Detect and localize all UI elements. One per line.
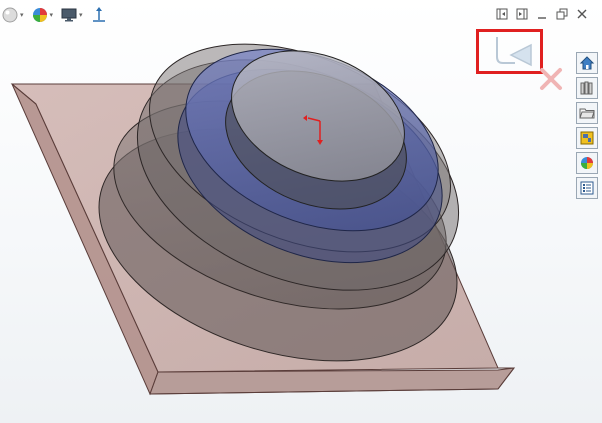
tab-home[interactable] (576, 52, 598, 74)
ok-checkmark-icon[interactable] (489, 35, 535, 72)
task-pane-tabs (572, 52, 602, 202)
heads-up-toolbar: ▾ ▾ ▾ (0, 0, 160, 30)
tab-custom-properties[interactable] (576, 177, 598, 199)
tile-left-icon[interactable] (496, 8, 508, 23)
tab-file-explorer[interactable] (576, 102, 598, 124)
chevron-down-icon: ▾ (49, 11, 54, 19)
tile-right-icon[interactable] (516, 8, 528, 23)
color-ball-icon (32, 8, 47, 22)
graphics-area[interactable]: ▾ ▾ ▾ (0, 0, 602, 423)
appearances-icon (581, 157, 593, 169)
restore-icon[interactable] (556, 8, 568, 23)
edit-appearance-dropdown[interactable]: ▾ (30, 2, 58, 28)
tab-view-palette[interactable] (576, 127, 598, 149)
axis-icon (92, 7, 105, 22)
chevron-down-icon: ▾ (79, 11, 83, 19)
confirmation-corner-highlight (476, 29, 543, 74)
minimize-icon[interactable] (536, 8, 548, 23)
window-controls (496, 4, 588, 26)
tab-design-library[interactable] (576, 77, 598, 99)
folder-icon (579, 108, 595, 119)
view-orientation-button[interactable] (89, 2, 109, 28)
appearance-dropdown[interactable]: ▾ (0, 2, 28, 28)
sphere-icon (2, 7, 18, 23)
display-settings-dropdown[interactable]: ▾ (59, 2, 87, 28)
cancel-x-icon[interactable] (538, 66, 564, 95)
view-palette-icon (580, 131, 594, 145)
close-icon[interactable] (576, 8, 588, 23)
library-icon (580, 81, 593, 95)
tab-appearances[interactable] (576, 152, 598, 174)
home-icon (579, 56, 595, 70)
chevron-down-icon: ▾ (20, 11, 24, 19)
properties-icon (580, 181, 594, 195)
monitor-icon (61, 8, 77, 22)
